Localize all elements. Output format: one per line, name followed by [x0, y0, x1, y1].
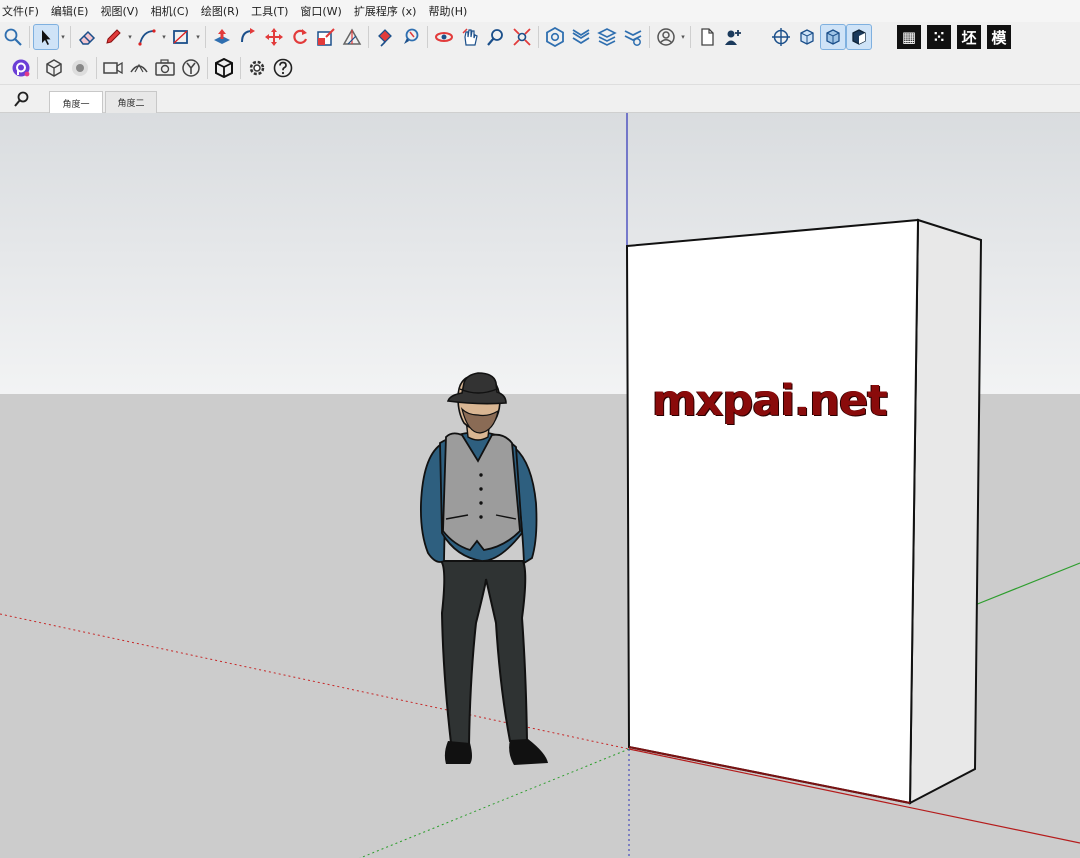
model-viewport[interactable]: mxpai.net [0, 113, 1080, 858]
shaded-icon[interactable] [820, 24, 846, 50]
orbit-icon[interactable] [431, 24, 457, 50]
sandbox-icon[interactable] [568, 24, 594, 50]
tab-scene-2[interactable]: 角度二 [105, 91, 157, 113]
account-dropdown[interactable]: ▾ [679, 24, 687, 50]
scale-icon[interactable] [313, 24, 339, 50]
walk-icon[interactable] [126, 55, 152, 81]
arc-dropdown[interactable]: ▾ [160, 24, 168, 50]
menu-help[interactable]: 帮助(H) [428, 3, 473, 19]
move-icon[interactable] [261, 24, 287, 50]
warehouse-icon[interactable] [542, 24, 568, 50]
extension-grid-icon[interactable]: ▦ [897, 25, 921, 49]
menu-draw[interactable]: 绘图(R) [201, 3, 245, 19]
brand-text-on-block: mxpai.net [652, 376, 888, 426]
help-icon[interactable] [270, 55, 296, 81]
scene-canvas[interactable] [0, 113, 1080, 858]
main-toolbar: ▾ ▾ ▾ ▾ ▾ ▦ ⁙ 坯 模 [0, 22, 1080, 52]
menu-bar: 文件(F) 编辑(E) 视图(V) 相机(C) 绘图(R) 工具(T) 窗口(W… [0, 0, 1080, 22]
menu-extensions[interactable]: 扩展程序 (x) [354, 3, 423, 19]
account-icon[interactable] [653, 24, 679, 50]
select-dropdown[interactable]: ▾ [59, 24, 67, 50]
extension-model-icon[interactable]: 模 [987, 25, 1011, 49]
block-front-face [625, 218, 920, 805]
section-plane-icon[interactable] [768, 24, 794, 50]
menu-file[interactable]: 文件(F) [2, 3, 45, 19]
menu-window[interactable]: 窗口(W) [300, 3, 347, 19]
secondary-toolbar [0, 52, 1080, 85]
iso-view-icon[interactable] [41, 55, 67, 81]
block-side-face [908, 218, 983, 805]
select-icon[interactable] [33, 24, 59, 50]
zoom-window-icon[interactable] [483, 24, 509, 50]
pencil-icon[interactable] [100, 24, 126, 50]
photo-camera-icon[interactable] [152, 55, 178, 81]
add-user-icon[interactable] [720, 24, 746, 50]
rectangle-dropdown[interactable]: ▾ [194, 24, 202, 50]
layers-icon[interactable] [594, 24, 620, 50]
paint-bucket-icon[interactable] [372, 24, 398, 50]
tab-scene-1[interactable]: 角度一 [49, 91, 103, 114]
protractor-icon[interactable] [339, 24, 365, 50]
tape-measure-icon[interactable] [398, 24, 424, 50]
textured-icon[interactable] [846, 24, 872, 50]
menu-edit[interactable]: 编辑(E) [51, 3, 95, 19]
arc-icon[interactable] [134, 24, 160, 50]
y-axis-icon[interactable] [178, 55, 204, 81]
rectangle-icon[interactable] [168, 24, 194, 50]
camera-video-icon[interactable] [100, 55, 126, 81]
sketchup-window: 文件(F) 编辑(E) 视图(V) 相机(C) 绘图(R) 工具(T) 窗口(W… [0, 0, 1080, 858]
settings-gear-icon[interactable] [244, 55, 270, 81]
push-pull-icon[interactable] [209, 24, 235, 50]
target-icon[interactable] [67, 55, 93, 81]
extension-blank-icon[interactable]: 坯 [957, 25, 981, 49]
extension-dots-icon[interactable]: ⁙ [927, 25, 951, 49]
pencil-dropdown[interactable]: ▾ [126, 24, 134, 50]
menu-camera[interactable]: 相机(C) [151, 3, 195, 19]
plugin-logo-icon[interactable] [8, 55, 34, 81]
menu-tools[interactable]: 工具(T) [251, 3, 294, 19]
xray-icon[interactable] [794, 24, 820, 50]
pan-icon[interactable] [457, 24, 483, 50]
component-box-icon[interactable] [211, 55, 237, 81]
search-icon[interactable] [12, 91, 32, 109]
scene-tab-bar: 角度一 角度二 [0, 86, 1080, 114]
follow-me-icon[interactable] [235, 24, 261, 50]
menu-view[interactable]: 视图(V) [100, 3, 144, 19]
zoom-extents-icon[interactable] [509, 24, 535, 50]
zoom-icon[interactable] [0, 24, 26, 50]
new-file-icon[interactable] [694, 24, 720, 50]
eraser-icon[interactable] [74, 24, 100, 50]
rotate-icon[interactable] [287, 24, 313, 50]
extensions-icon[interactable] [620, 24, 646, 50]
